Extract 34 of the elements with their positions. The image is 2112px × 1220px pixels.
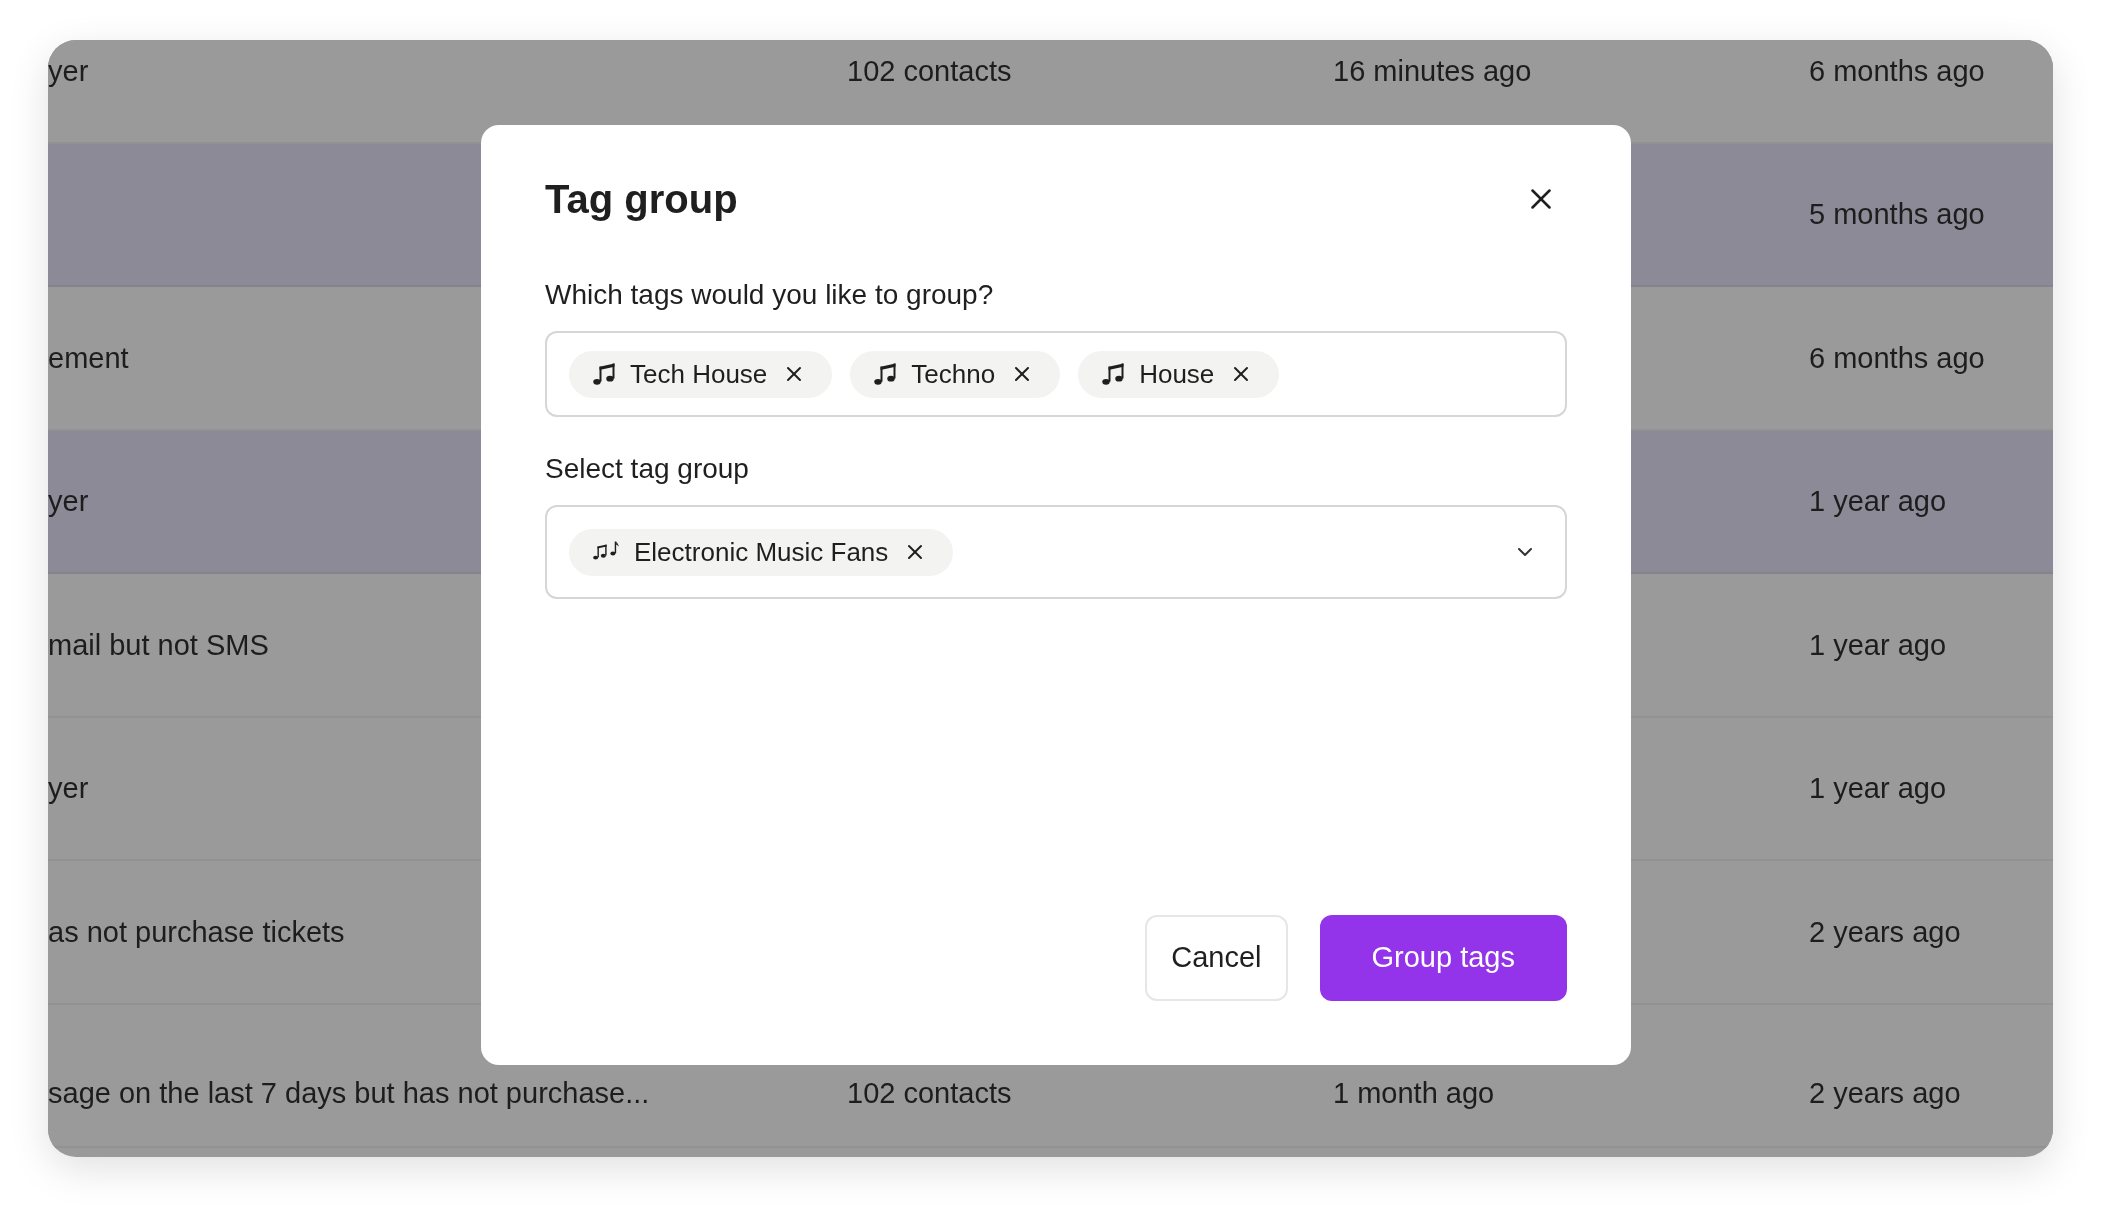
table-cell-text: yer [48, 484, 89, 520]
table-cell-text: 2 years ago [1809, 914, 1961, 950]
table-cell-text: 6 months ago [1809, 53, 1985, 89]
table-cell-text: 6 months ago [1809, 340, 1985, 376]
table-row[interactable]: yer 102 contacts 16 minutes ago 6 months ago [48, 40, 2053, 144]
table-cell-text: as not purchase tickets [48, 914, 345, 950]
dialog-title: Tag group [545, 176, 738, 223]
table-cell-text: ement [48, 340, 129, 376]
group-tags-button[interactable]: Group tags [1319, 915, 1567, 1001]
table-cell-text: yer [48, 771, 89, 807]
tag-label: House [1139, 361, 1215, 387]
table-cell-text: 16 minutes ago [1333, 53, 1532, 89]
table-cell-text: 1 year ago [1809, 627, 1947, 663]
tags-input-field[interactable]: Tech House Techno House [545, 331, 1567, 417]
tag-label: Tech House [630, 361, 768, 387]
table-cell-text: mail but not SMS [48, 627, 269, 663]
tag-label: Techno [911, 361, 996, 387]
music-note-icon [593, 363, 615, 385]
table-cell-text: 2 years ago [1809, 1075, 1961, 1111]
table-cell-text: 1 month ago [1333, 1075, 1495, 1111]
music-note-icon [1102, 363, 1125, 385]
tag-group-select[interactable]: Electronic Music Fans [545, 505, 1567, 599]
table-cell-text: 1 year ago [1809, 771, 1947, 807]
table-cell-text: sage on the last 7 days but has not purchase... [48, 1075, 650, 1111]
tag-label: Electronic Music Fans [634, 539, 889, 565]
music-note-icon [874, 363, 897, 385]
table-cell-text: 102 contacts [847, 1075, 1012, 1111]
table-cell-text: 5 months ago [1809, 197, 1985, 233]
cancel-button[interactable]: Cancel [1145, 915, 1288, 1001]
field-label: Select tag group [545, 452, 750, 486]
table-cell-text: yer [48, 53, 89, 89]
table-cell-text: 1 year ago [1809, 484, 1947, 520]
field-label: Which tags would you like to group? [545, 278, 995, 312]
table-cell-text: 102 contacts [847, 53, 1012, 89]
